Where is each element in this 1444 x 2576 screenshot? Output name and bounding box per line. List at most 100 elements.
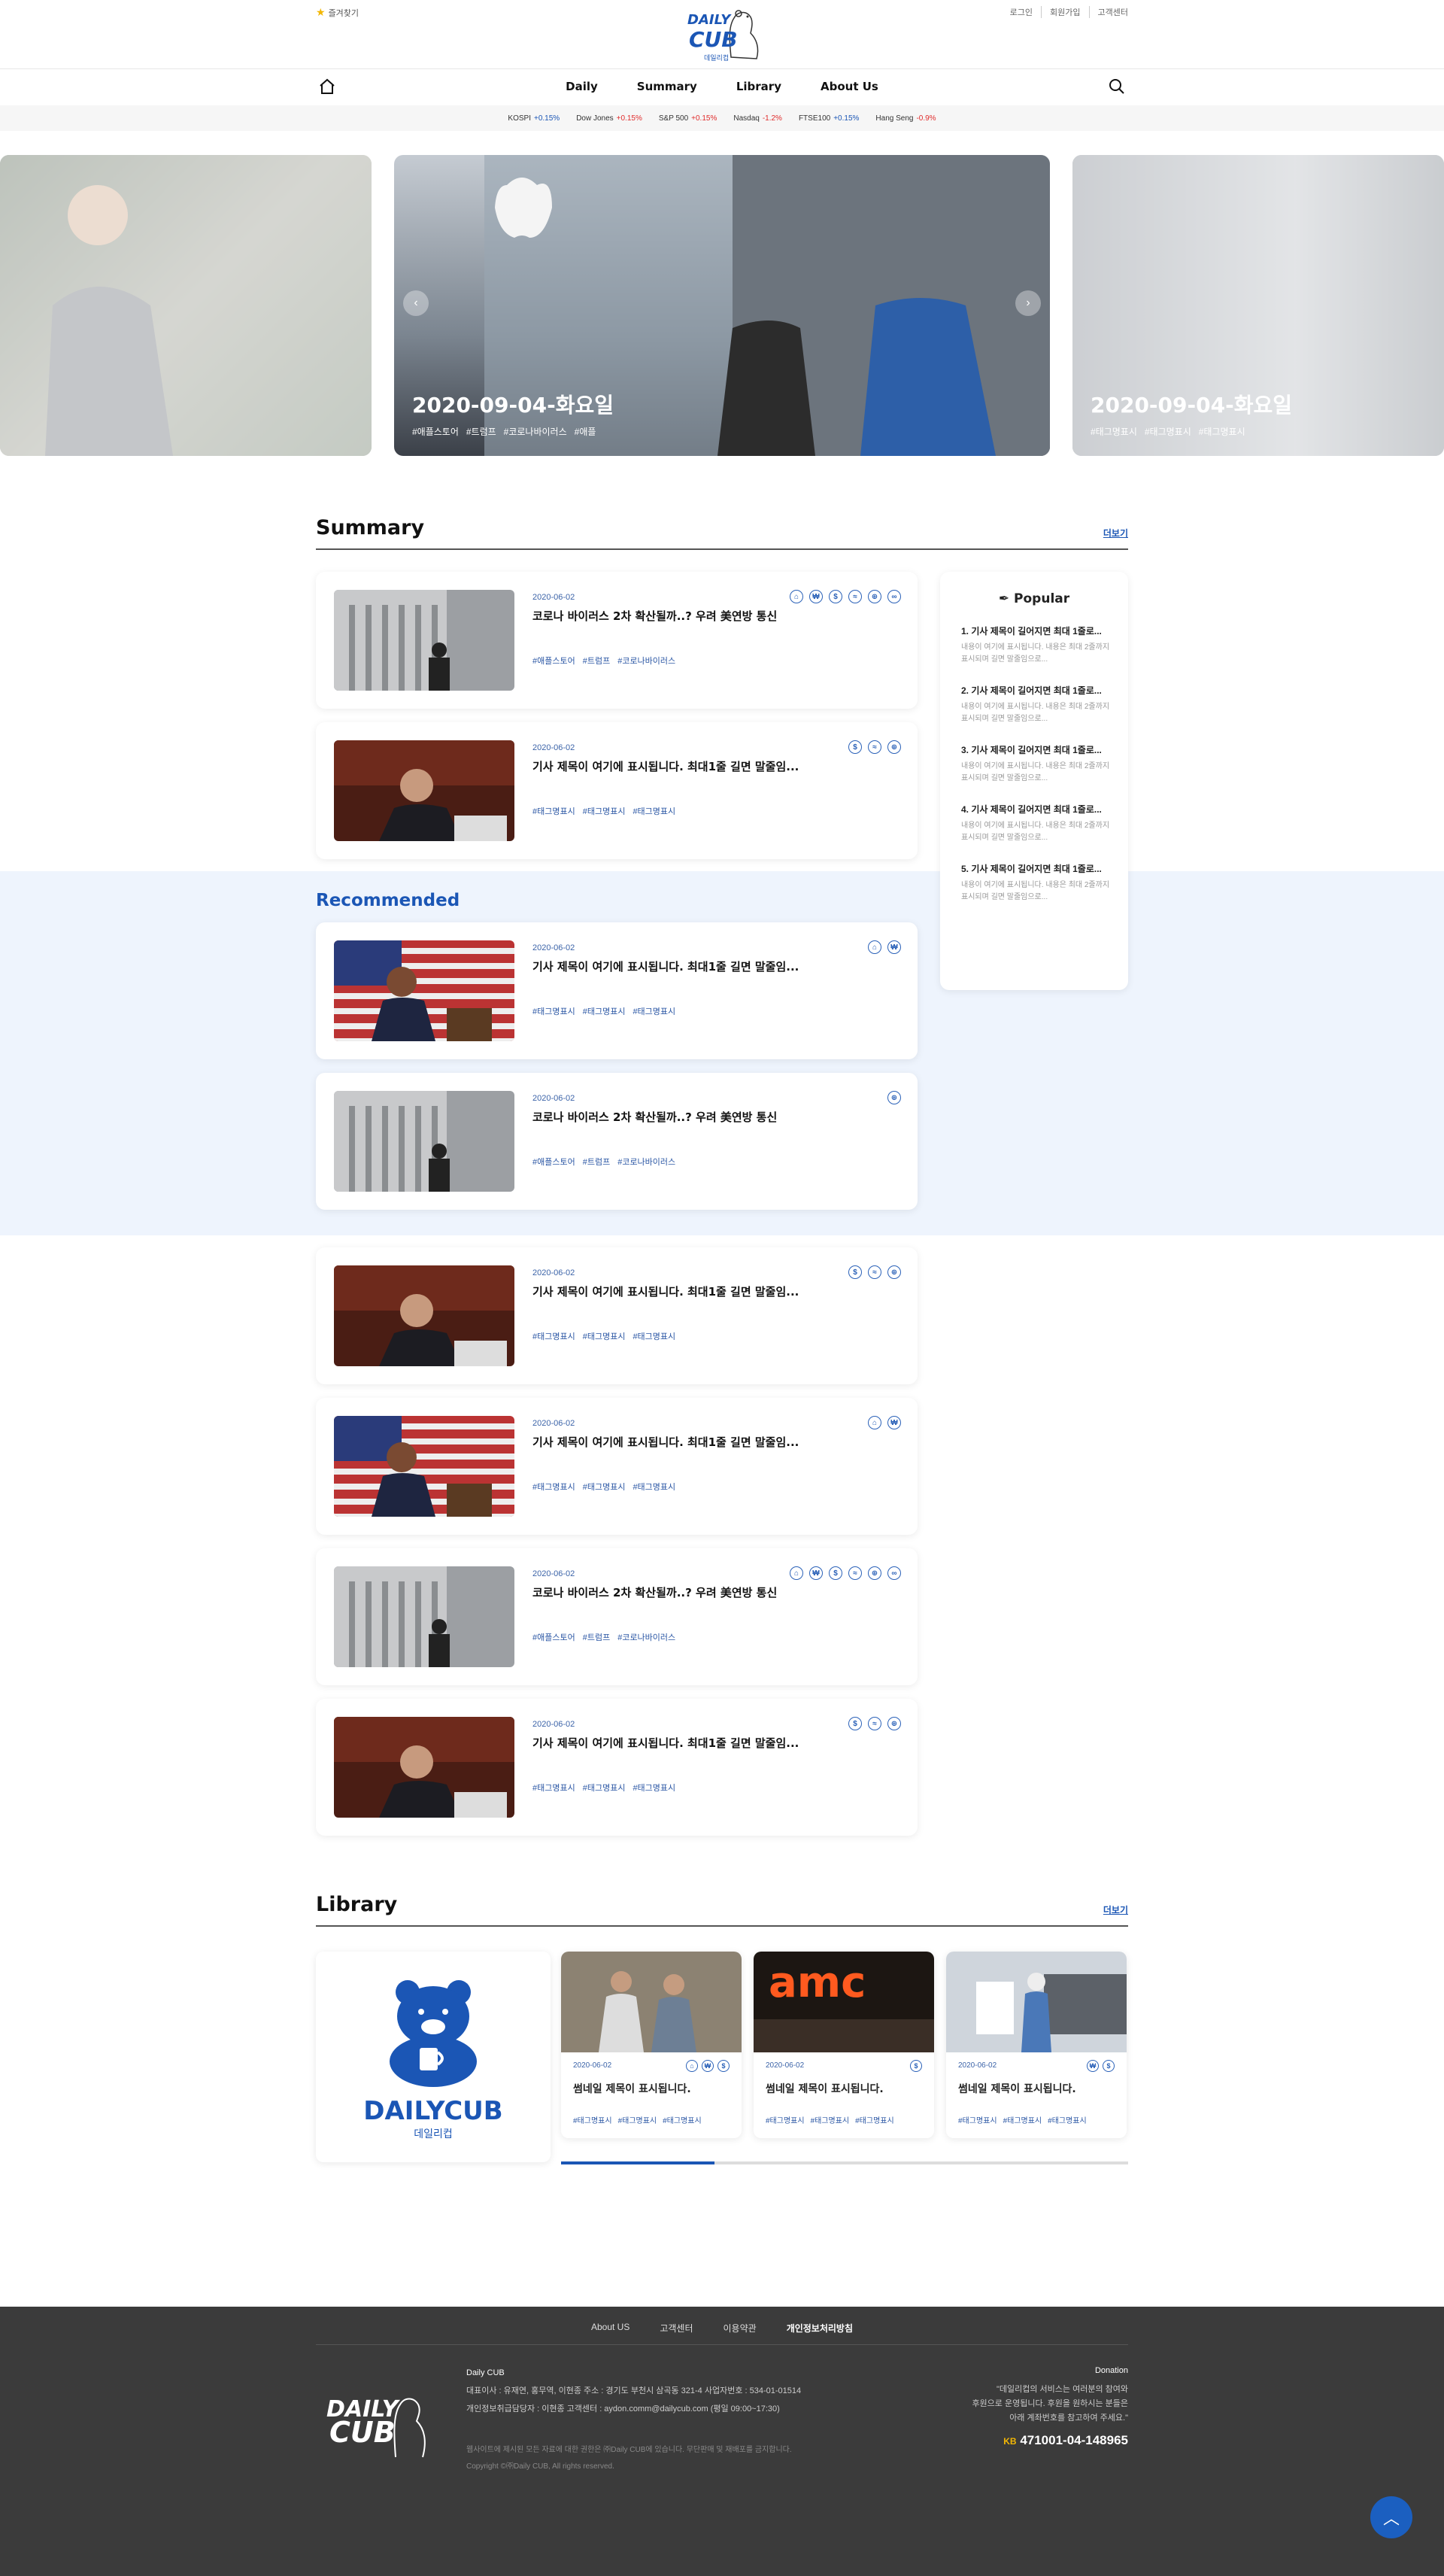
won-icon[interactable]: ₩	[809, 1566, 823, 1580]
article-title[interactable]: 기사 제목이 여기에 표시됩니다. 최대1줄 길면 말줄임...	[532, 1735, 799, 1751]
library-card[interactable]: amc 2020-06-02 $ 썸네일 제목이 표시됩니다. #태그명표시 #태…	[754, 1952, 934, 2138]
article-thumbnail[interactable]	[334, 1717, 514, 1818]
library-card[interactable]: 2020-06-02 ⌂ ₩ $ 썸네일 제목이 표시됩니다. #태그명표시 #태그명…	[561, 1952, 742, 2138]
library-tag[interactable]: #태그명표시	[1003, 2114, 1042, 2125]
menu-summary[interactable]: Summary	[637, 80, 697, 93]
scroll-top-button[interactable]: ︿	[1370, 2496, 1412, 2538]
globe-icon[interactable]: ⊕	[887, 1717, 901, 1730]
globe-icon[interactable]: ⊕	[887, 740, 901, 754]
slide-tag[interactable]: #트럼프	[466, 425, 496, 438]
summary-more-link[interactable]: 더보기	[1103, 527, 1128, 539]
dollar-icon[interactable]: $	[829, 1566, 842, 1580]
article-tag[interactable]: #트럼프	[583, 655, 610, 667]
library-tag[interactable]: #태그명표시	[1048, 2114, 1087, 2125]
carousel-slide-main[interactable]: ‹ › 2020-09-04-화요일 #애플스토어 #트럼프 #코로나바이러스 …	[394, 155, 1050, 456]
article-tag[interactable]: #코로나바이러스	[617, 1156, 675, 1168]
wave-icon[interactable]: ≈	[848, 590, 862, 603]
article-tag[interactable]: #태그명표시	[583, 1005, 626, 1017]
wave-icon[interactable]: ≈	[868, 1717, 881, 1730]
menu-about[interactable]: About Us	[821, 80, 878, 93]
article-thumbnail[interactable]	[334, 1566, 514, 1667]
article-title[interactable]: 코로나 바이러스 2차 확산될까..? 우려 美연방 통신	[532, 1109, 777, 1125]
search-icon[interactable]	[1108, 77, 1126, 96]
article-title[interactable]: 기사 제목이 여기에 표시됩니다. 최대1줄 길면 말줄임...	[532, 1434, 799, 1450]
library-scrollbar[interactable]	[561, 2161, 1128, 2164]
carousel-slide-prev[interactable]	[0, 155, 372, 456]
article-card[interactable]: 2020-06-02 기사 제목이 여기에 표시됩니다. 최대1줄 길면 말줄임…	[316, 1247, 918, 1384]
globe-icon[interactable]: ⊕	[868, 590, 881, 603]
popular-item-title[interactable]: 1. 기사 제목이 길어지면 최대 1줄로...	[961, 624, 1112, 637]
article-card[interactable]: 2020-06-02 기사 제목이 여기에 표시됩니다. 최대1줄 길면 말줄임…	[316, 922, 918, 1059]
slide-tag[interactable]: #코로나바이러스	[504, 425, 567, 438]
library-thumbnail[interactable]: amc	[754, 1952, 934, 2052]
menu-library[interactable]: Library	[736, 80, 781, 93]
site-logo[interactable]: DAILY CUB 데일리컵	[684, 5, 766, 65]
won-icon[interactable]: ₩	[809, 590, 823, 603]
article-thumbnail[interactable]	[334, 1416, 514, 1517]
article-card[interactable]: 2020-06-02 코로나 바이러스 2차 확산될까..? 우려 美연방 통신…	[316, 1548, 918, 1685]
article-tag[interactable]: #트럼프	[583, 1156, 610, 1168]
popular-item-title[interactable]: 5. 기사 제목이 길어지면 최대 1줄로...	[961, 862, 1112, 875]
popular-item[interactable]: 1. 기사 제목이 길어지면 최대 1줄로... 내용이 여기에 표시됩니다. 내…	[961, 624, 1112, 666]
dollar-icon[interactable]: $	[717, 2060, 730, 2072]
bank-icon[interactable]: ⌂	[790, 590, 803, 603]
globe-icon[interactable]: ⊕	[887, 1265, 901, 1279]
library-tag[interactable]: #태그명표시	[855, 2114, 894, 2125]
article-title[interactable]: 기사 제목이 여기에 표시됩니다. 최대1줄 길면 말줄임...	[532, 958, 799, 974]
article-tag[interactable]: #태그명표시	[633, 1782, 675, 1794]
dollar-icon[interactable]: $	[848, 740, 862, 754]
library-tag[interactable]: #태그명표시	[766, 2114, 805, 2125]
popular-item-title[interactable]: 3. 기사 제목이 길어지면 최대 1줄로...	[961, 743, 1112, 756]
library-title-text[interactable]: 썸네일 제목이 표시됩니다.	[573, 2081, 691, 2096]
ticker-item[interactable]: S&P 500 +0.15%	[659, 114, 717, 123]
article-thumbnail[interactable]	[334, 590, 514, 691]
article-thumbnail[interactable]	[334, 1091, 514, 1192]
article-title[interactable]: 기사 제목이 여기에 표시됩니다. 최대1줄 길면 말줄임...	[532, 758, 799, 774]
won-icon[interactable]: ₩	[1087, 2060, 1099, 2072]
slide-tag[interactable]: #애플스토어	[412, 425, 459, 438]
favorite-link[interactable]: ★ 즐겨찾기	[316, 6, 359, 19]
footer-privacy-link[interactable]: 개인정보처리방침	[787, 2322, 853, 2334]
slide-tag[interactable]: #태그명표시	[1199, 425, 1245, 438]
article-tag[interactable]: #태그명표시	[532, 805, 575, 817]
globe-icon[interactable]: ⊕	[868, 1566, 881, 1580]
article-tag[interactable]: #태그명표시	[583, 1330, 626, 1342]
article-tag[interactable]: #트럼프	[583, 1631, 610, 1643]
slide-tag[interactable]: #애플	[575, 425, 596, 438]
people-icon[interactable]: ∞	[887, 1566, 901, 1580]
library-scroll-thumb[interactable]	[561, 2161, 714, 2164]
bank-icon[interactable]: ⌂	[790, 1566, 803, 1580]
wave-icon[interactable]: ≈	[848, 1566, 862, 1580]
library-tag[interactable]: #태그명표시	[958, 2114, 997, 2125]
won-icon[interactable]: ₩	[702, 2060, 714, 2072]
popular-item[interactable]: 5. 기사 제목이 길어지면 최대 1줄로... 내용이 여기에 표시됩니다. 내…	[961, 862, 1112, 904]
globe-icon[interactable]: ⊕	[887, 1091, 901, 1104]
article-tag[interactable]: #태그명표시	[633, 805, 675, 817]
footer-terms-link[interactable]: 이용약관	[724, 2322, 757, 2334]
article-title[interactable]: 코로나 바이러스 2차 확산될까..? 우려 美연방 통신	[532, 1584, 777, 1600]
dollar-icon[interactable]: $	[1103, 2060, 1115, 2072]
article-title[interactable]: 코로나 바이러스 2차 확산될까..? 우려 美연방 통신	[532, 608, 777, 624]
article-tag[interactable]: #태그명표시	[532, 1330, 575, 1342]
article-card[interactable]: 2020-06-02 기사 제목이 여기에 표시됩니다. 최대1줄 길면 말줄임…	[316, 722, 918, 859]
article-tag[interactable]: #태그명표시	[583, 805, 626, 817]
dollar-icon[interactable]: $	[829, 590, 842, 603]
library-tag[interactable]: #태그명표시	[618, 2114, 657, 2125]
library-thumbnail[interactable]	[561, 1952, 742, 2052]
article-tag[interactable]: #태그명표시	[583, 1481, 626, 1493]
article-tag[interactable]: #태그명표시	[532, 1005, 575, 1017]
ticker-item[interactable]: Dow Jones +0.15%	[576, 114, 642, 123]
ticker-item[interactable]: Hang Seng -0.9%	[875, 114, 936, 123]
people-icon[interactable]: ∞	[887, 590, 901, 603]
library-tag[interactable]: #태그명표시	[811, 2114, 850, 2125]
menu-daily[interactable]: Daily	[566, 80, 598, 93]
article-tag[interactable]: #태그명표시	[583, 1782, 626, 1794]
article-thumbnail[interactable]	[334, 1265, 514, 1366]
article-tag[interactable]: #태그명표시	[633, 1481, 675, 1493]
article-tag[interactable]: #태그명표시	[633, 1005, 675, 1017]
popular-item[interactable]: 4. 기사 제목이 길어지면 최대 1줄로... 내용이 여기에 표시됩니다. 내…	[961, 803, 1112, 844]
article-tag[interactable]: #코로나바이러스	[617, 1631, 675, 1643]
library-brand-card[interactable]: DAILYCUB 데일리컵	[316, 1952, 551, 2162]
dollar-icon[interactable]: $	[910, 2060, 922, 2072]
popular-item-title[interactable]: 4. 기사 제목이 길어지면 최대 1줄로...	[961, 803, 1112, 816]
